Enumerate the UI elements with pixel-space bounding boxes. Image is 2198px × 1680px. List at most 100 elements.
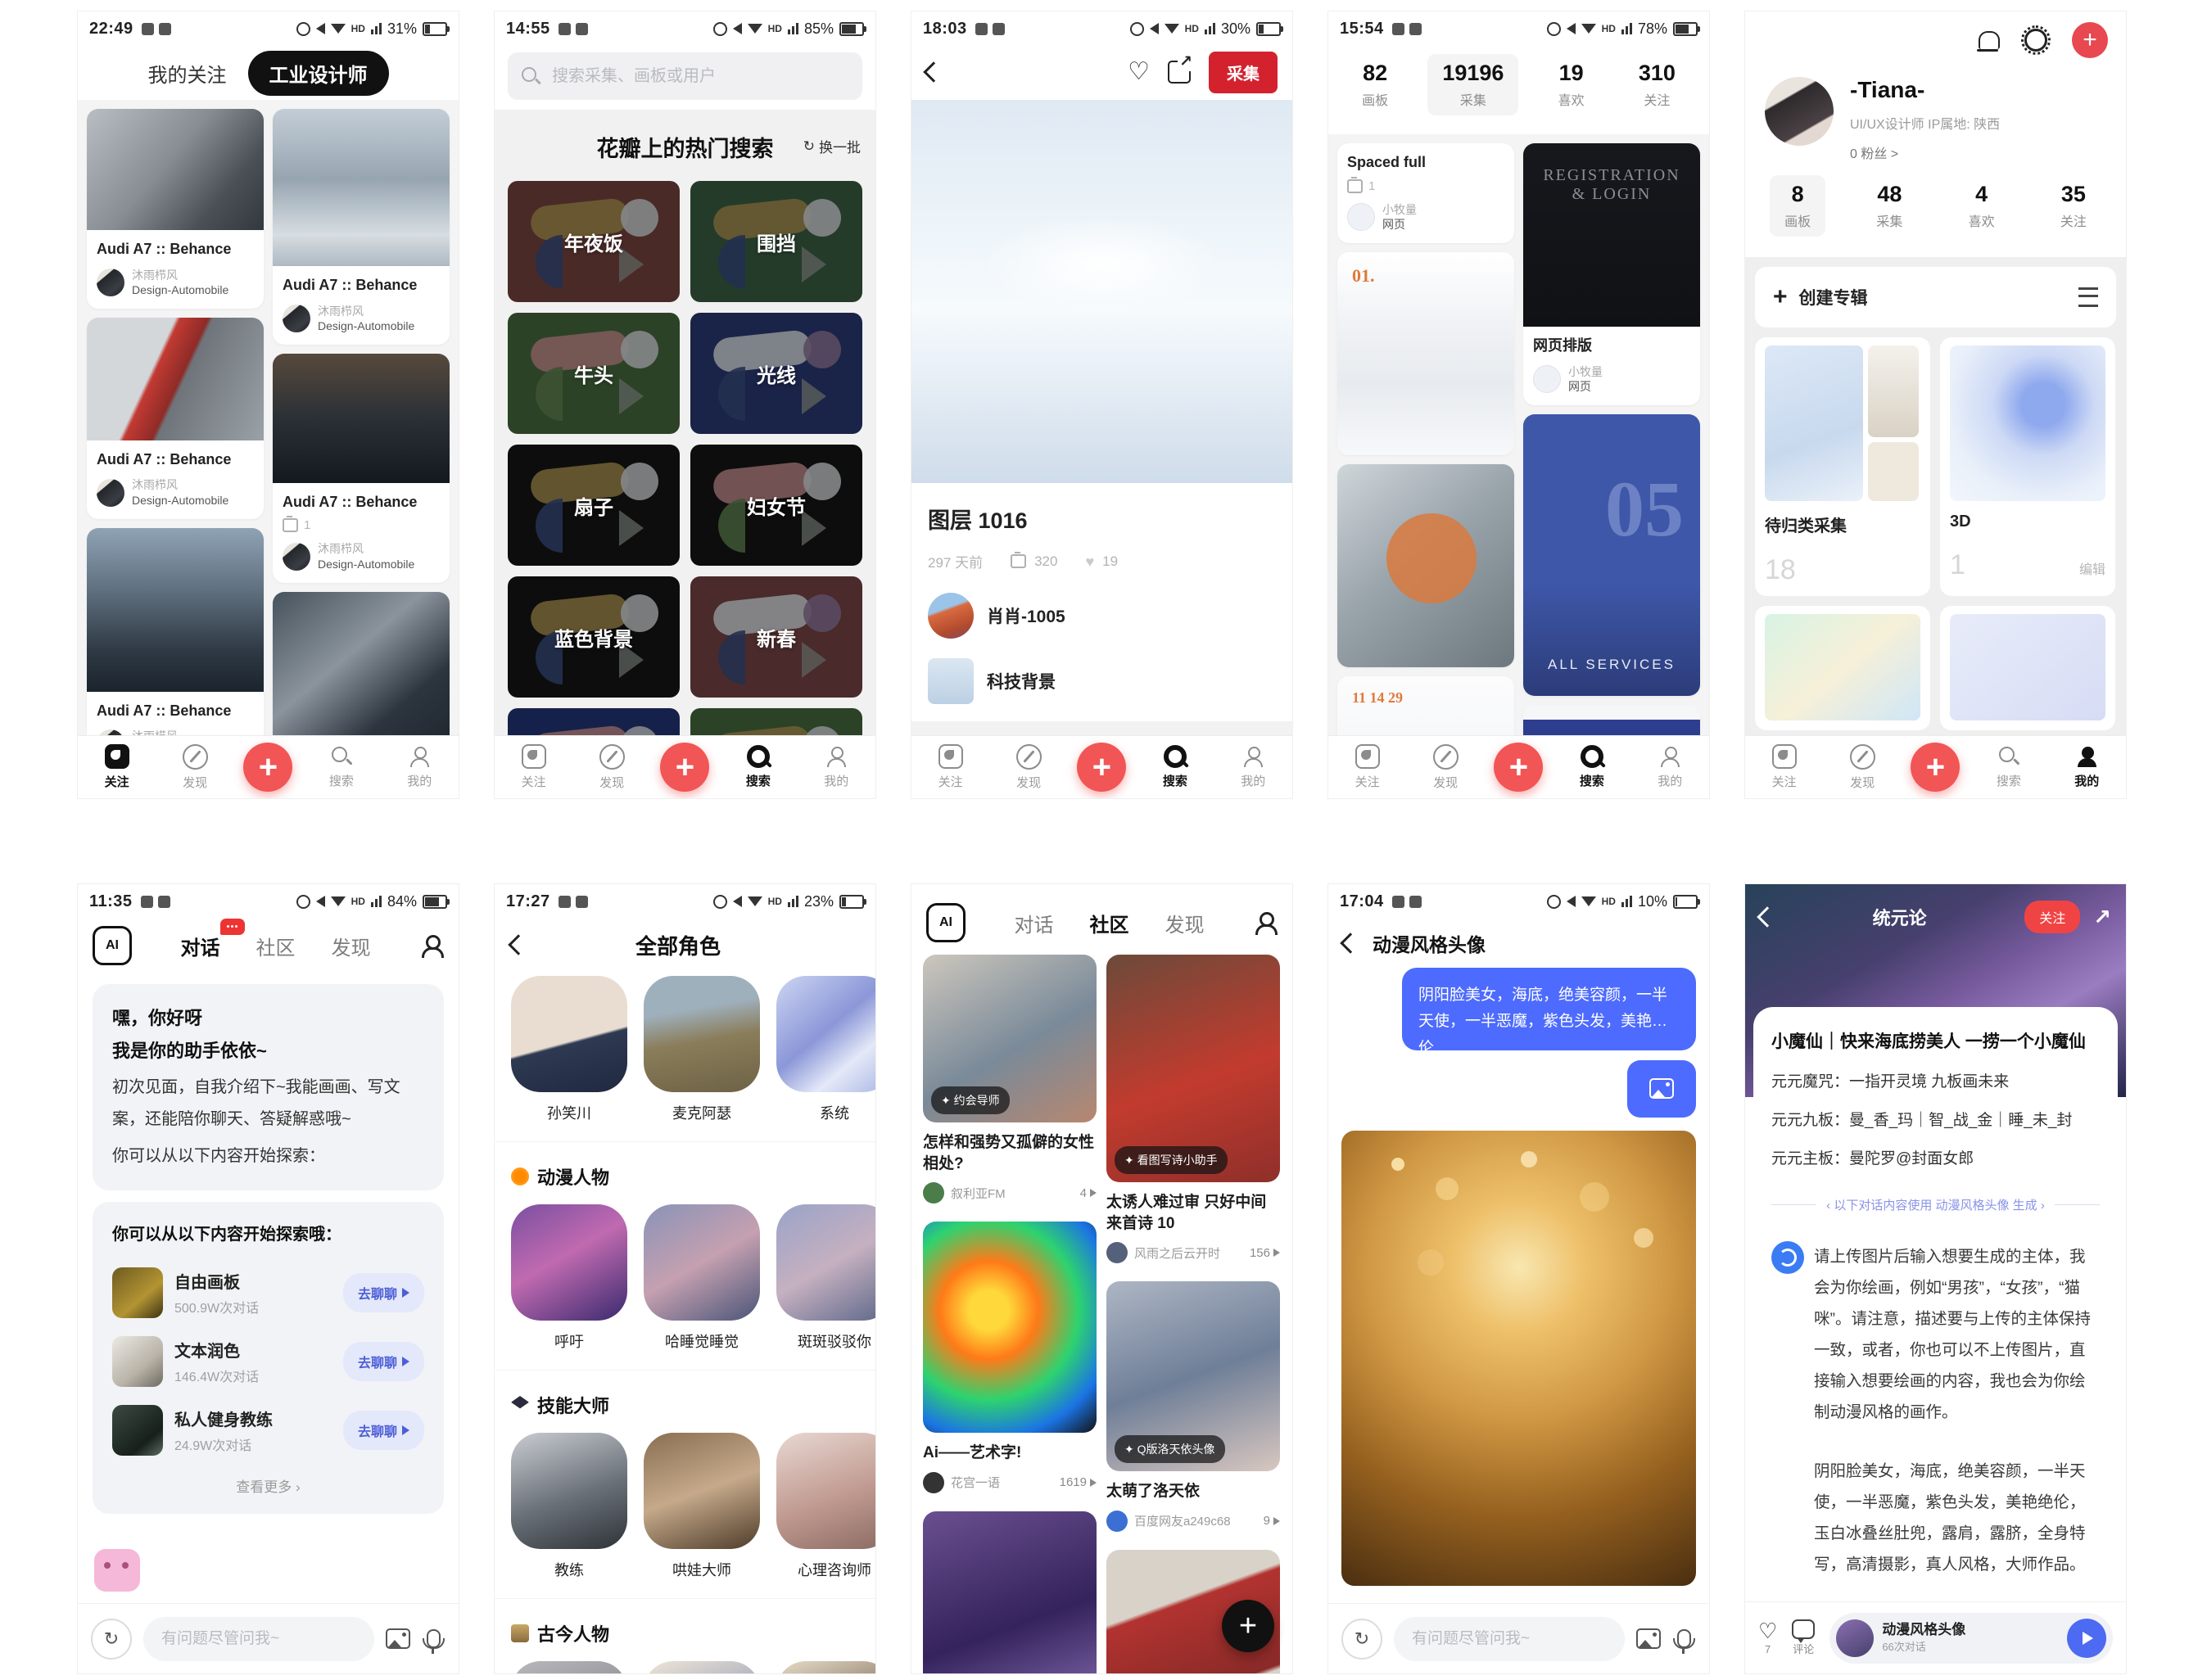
history-refresh-icon[interactable]: ↻ — [1341, 1619, 1382, 1660]
hot-search-tag[interactable]: 年夜饭 — [508, 181, 680, 302]
album-card[interactable] — [1755, 606, 1930, 730]
user-image-bubble[interactable] — [1627, 1060, 1696, 1118]
pin-image[interactable] — [273, 592, 450, 736]
see-more-link[interactable]: 查看更多 › — [112, 1475, 424, 1496]
pin-card[interactable]: Audi A7 :: Behance沐雨栉风Design-Automobile — [87, 109, 264, 309]
role-item[interactable]: 孙笑川 — [511, 976, 627, 1123]
chat-input-box[interactable] — [143, 1617, 374, 1661]
nav-item-search[interactable]: 搜索 — [1146, 745, 1205, 789]
role-item[interactable]: 斑斑驳驳你 — [776, 1204, 875, 1352]
tab-发现[interactable]: 发现 — [1165, 909, 1205, 937]
tab-对话[interactable]: 对话 — [181, 932, 220, 960]
pin-user-row[interactable]: 沐雨栉风Design-Automobile — [97, 477, 254, 507]
share-icon[interactable] — [1168, 61, 1191, 84]
stat-采集[interactable]: 19196采集 — [1427, 54, 1518, 115]
tab-industrial-designer[interactable]: 工业设计师 — [248, 51, 389, 96]
list-view-icon[interactable] — [2078, 287, 2098, 307]
mic-icon[interactable] — [427, 1629, 441, 1648]
album-card[interactable] — [1940, 606, 2115, 730]
role-item[interactable]: 呼吁 — [511, 1204, 627, 1352]
stat-画板[interactable]: 82画板 — [1347, 54, 1403, 115]
post-image[interactable] — [923, 1222, 1097, 1433]
pin-image[interactable] — [87, 318, 264, 440]
suggestion-row[interactable]: 自由画板500.9W次对话去聊聊 — [112, 1267, 424, 1318]
suggestion-row[interactable]: 私人健身教练24.9W次对话去聊聊 — [112, 1405, 424, 1456]
pin-image[interactable] — [87, 109, 264, 230]
role-item[interactable]: 哄娃大师 — [644, 1433, 760, 1580]
profile-icon[interactable] — [1253, 910, 1278, 935]
community-card[interactable]: ✦ 看图写诗小助手太诱人难过审 只好中间来首诗 10风雨之后云开时156 — [1106, 955, 1280, 1263]
bot-chat-entry[interactable]: 动漫风格头像 66次对话 — [1829, 1613, 2113, 1664]
nav-item-search[interactable]: 搜索 — [312, 745, 371, 789]
refresh-batch-button[interactable]: ↻ 换一批 — [803, 136, 861, 156]
sticker-icon[interactable] — [94, 1549, 140, 1592]
comment-action[interactable]: 评论 — [1792, 1619, 1815, 1656]
history-refresh-icon[interactable]: ↻ — [91, 1619, 132, 1660]
pin-card[interactable]: 11 14 29 — [1337, 676, 1514, 736]
pin-author-row[interactable]: 肖肖-1005 — [928, 593, 1276, 639]
hot-search-tag[interactable]: 牛头 — [508, 313, 680, 434]
pin-user-row[interactable]: 沐雨栉风Design-Automobile — [97, 268, 254, 297]
create-pin-button[interactable]: + — [660, 743, 709, 792]
gear-icon[interactable] — [2024, 29, 2047, 52]
hot-search-tag[interactable]: 围挡 — [690, 181, 862, 302]
pin-image[interactable]: 11 14 29 — [1337, 676, 1514, 736]
chat-input[interactable] — [160, 1629, 358, 1649]
pin-user-row[interactable]: 沐雨栉风Design-Automobile — [283, 541, 440, 571]
pin-image[interactable] — [87, 528, 264, 692]
nav-item-discover[interactable]: 发现 — [582, 744, 641, 791]
share-icon[interactable]: ↗ — [2093, 905, 2111, 930]
nav-item-follow[interactable]: 关注 — [1755, 744, 1814, 790]
album-edit-button[interactable]: 编辑 — [2079, 558, 2105, 578]
nav-item-follow[interactable]: 关注 — [504, 744, 563, 790]
nav-item-discover[interactable]: 发现 — [1416, 744, 1475, 791]
hot-search-tag[interactable]: 扇子 — [508, 445, 680, 566]
back-icon[interactable] — [923, 61, 943, 82]
create-pin-button[interactable]: + — [1077, 743, 1126, 792]
stat-喜欢[interactable]: 19喜欢 — [1544, 54, 1599, 115]
send-button[interactable] — [2067, 1619, 2106, 1658]
role-item[interactable]: 文静小丫头 — [511, 1661, 627, 1673]
post-image[interactable]: ✦ Q版洛天依头像 — [1106, 1281, 1280, 1471]
stat-关注[interactable]: 310关注 — [1624, 54, 1690, 115]
stat-采集[interactable]: 48采集 — [1861, 175, 1917, 237]
pin-hero-image[interactable] — [911, 100, 1292, 483]
tab-my-follow[interactable]: 我的关注 — [148, 59, 227, 88]
community-card[interactable]: ✦ 约会导师怎样和强势又孤僻的女性相处?叙利亚FM4 — [923, 955, 1097, 1204]
nav-item-search[interactable]: 搜索 — [1563, 745, 1621, 789]
chat-input-box[interactable] — [1394, 1617, 1625, 1661]
create-album-button[interactable]: + 创建专辑 — [1755, 267, 2116, 327]
tab-发现[interactable]: 发现 — [332, 932, 371, 960]
nav-item-discover[interactable]: 发现 — [1833, 744, 1892, 791]
back-icon[interactable] — [1757, 906, 1777, 927]
pin-image[interactable] — [1523, 705, 1700, 736]
tab-社区[interactable]: 社区 — [1090, 909, 1129, 937]
nav-item-search[interactable]: 搜索 — [729, 745, 788, 789]
bell-icon[interactable] — [1979, 31, 2000, 49]
chat-input[interactable] — [1410, 1629, 1608, 1649]
create-pin-button[interactable]: + — [1494, 743, 1543, 792]
pin-card[interactable] — [1523, 705, 1700, 736]
stat-喜欢[interactable]: 4喜欢 — [1954, 175, 2010, 237]
role-item[interactable]: 心理咨询师 — [776, 1433, 875, 1580]
tab-对话[interactable]: 对话 — [1015, 909, 1054, 937]
pin-image[interactable] — [273, 354, 450, 483]
tab-社区[interactable]: 社区 — [256, 932, 296, 960]
pin-image[interactable] — [273, 109, 450, 266]
like-heart-icon[interactable]: ♡ — [1128, 60, 1150, 84]
create-pin-button[interactable]: + — [243, 743, 292, 792]
create-pin-button[interactable]: + — [1911, 743, 1960, 792]
nav-item-follow[interactable]: 关注 — [88, 744, 147, 790]
pin-card[interactable]: Audi A7 :: Behance沐雨栉风Design-Automobile — [273, 109, 450, 345]
pin-card[interactable]: Audi A7 :: Behance沐雨栉风Design-Automobile — [87, 528, 264, 736]
search-input-box[interactable] — [508, 52, 862, 100]
pin-user-row[interactable]: 小牧量网页 — [1347, 202, 1504, 232]
pin-image[interactable]: REGISTRATION& LOGIN — [1523, 143, 1700, 327]
add-button[interactable]: + — [2072, 22, 2108, 58]
hot-search-tag[interactable]: 蓝色背景 — [508, 576, 680, 698]
pin-card[interactable]: Audi A7 :: Behance1沐雨栉风Design-Automobile — [273, 354, 450, 583]
nav-item-profile[interactable]: 我的 — [1223, 745, 1282, 789]
go-chat-button[interactable]: 去聊聊 — [343, 1273, 424, 1312]
nav-item-profile[interactable]: 我的 — [1640, 745, 1699, 789]
community-card[interactable]: ✦ Q版洛天依头像太萌了洛天依百度网友a249c689 — [1106, 1281, 1280, 1532]
